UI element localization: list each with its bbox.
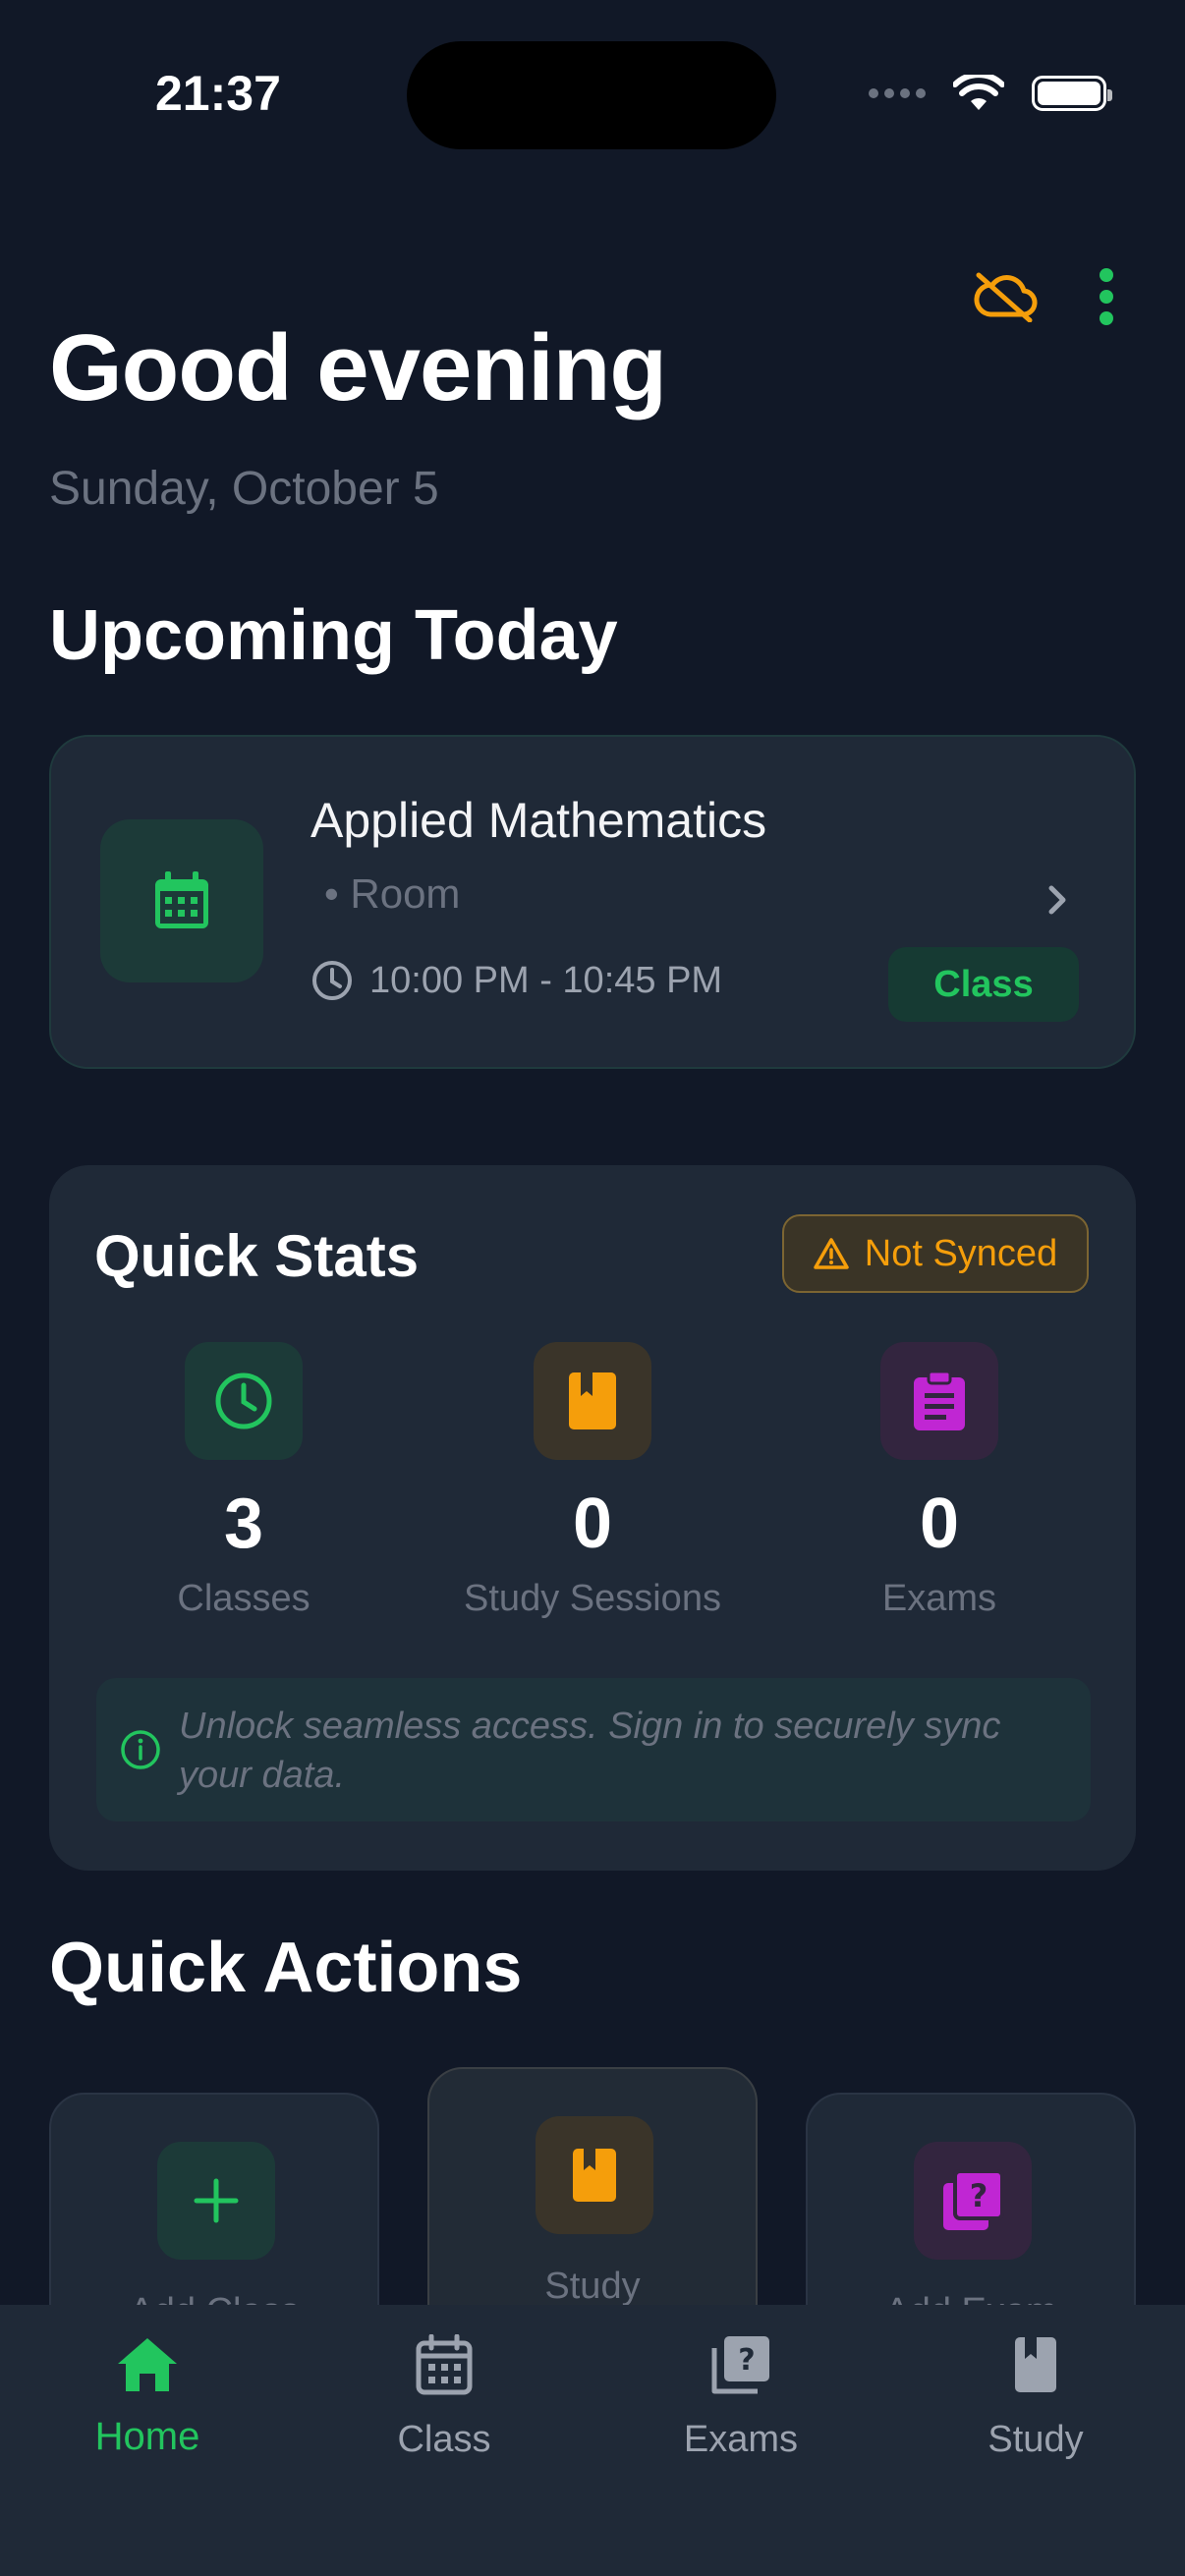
- bottom-tab-bar: Home Class ? Exams Study: [0, 2305, 1185, 2576]
- current-date: Sunday, October 5: [49, 463, 439, 515]
- quick-actions-section-title: Quick Actions: [49, 1929, 523, 2007]
- book-icon: [569, 1372, 616, 1429]
- tab-label: Exams: [683, 2419, 799, 2460]
- wifi-icon: [953, 75, 1004, 110]
- clock-icon: [215, 1372, 272, 1429]
- svg-text:?: ?: [970, 2177, 988, 2214]
- status-time: 21:37: [155, 66, 281, 121]
- status-indicators: [869, 75, 1112, 112]
- action-icon-box: [536, 2116, 653, 2234]
- quiz-icon: ?: [943, 2169, 1004, 2230]
- plus-icon: [194, 2178, 239, 2223]
- stat-icon-box: [880, 1342, 998, 1460]
- stat-icon-box: [185, 1342, 303, 1460]
- sign-in-info-box[interactable]: Unlock seamless access. Sign in to secur…: [96, 1678, 1091, 1821]
- class-type-badge: Class: [888, 947, 1079, 1022]
- calendar-icon: [155, 871, 208, 928]
- battery-icon: [1032, 76, 1112, 111]
- class-title: Applied Mathematics: [310, 793, 767, 848]
- warning-icon: [814, 1238, 849, 1269]
- info-icon: [121, 1730, 160, 1769]
- quick-stats-card: Quick Stats Not Synced 3 Classes 0 Study…: [49, 1165, 1136, 1871]
- class-time: 10:00 PM - 10:45 PM: [369, 959, 723, 1001]
- home-icon: [118, 2338, 177, 2391]
- quick-stats-title: Quick Stats: [94, 1223, 420, 1289]
- class-time-row: 10:00 PM - 10:45 PM: [310, 959, 722, 1002]
- chevron-right-icon: [1048, 885, 1066, 915]
- stat-label: Study Sessions: [464, 1578, 721, 1619]
- stat-exams: 0 Exams: [792, 1342, 1087, 1620]
- info-text: Unlock seamless access. Sign in to secur…: [179, 1706, 1001, 1796]
- more-vert-icon[interactable]: [1097, 267, 1116, 326]
- clock-icon: [312, 961, 352, 1000]
- calendar-icon-box: [100, 819, 263, 982]
- sync-status-text: Not Synced: [864, 1232, 1058, 1274]
- svg-text:?: ?: [738, 2343, 755, 2378]
- stat-value: 0: [572, 1484, 613, 1563]
- stat-label: Classes: [177, 1578, 310, 1619]
- action-icon-box: [157, 2142, 275, 2260]
- upcoming-class-card[interactable]: Applied Mathematics • Room 10:00 PM - 10…: [49, 735, 1136, 1069]
- calendar-icon: [416, 2334, 473, 2395]
- dynamic-island: [407, 41, 776, 149]
- book-icon: [573, 2149, 616, 2202]
- book-icon: [1015, 2337, 1056, 2392]
- tab-home[interactable]: Home: [49, 2330, 246, 2459]
- stat-value: 0: [919, 1484, 960, 1563]
- action-icon-box: ?: [914, 2142, 1032, 2260]
- tab-study[interactable]: Study: [937, 2330, 1134, 2461]
- sync-status-badge[interactable]: Not Synced: [782, 1214, 1089, 1293]
- stat-study-sessions: 0 Study Sessions: [445, 1342, 740, 1620]
- tab-label: Home: [94, 2415, 200, 2458]
- clipboard-icon: [914, 1370, 965, 1430]
- stat-icon-box: [534, 1342, 651, 1460]
- quiz-icon: ?: [711, 2336, 769, 2394]
- tab-label: Study: [988, 2419, 1084, 2460]
- class-room: • Room: [324, 870, 461, 917]
- tab-exams[interactable]: ? Exams: [643, 2330, 839, 2461]
- upcoming-section-title: Upcoming Today: [49, 596, 618, 675]
- cloud-off-icon[interactable]: [973, 271, 1038, 322]
- stat-label: Exams: [881, 1578, 997, 1619]
- cellular-signal-icon: [869, 88, 926, 98]
- stat-classes: 3 Classes: [96, 1342, 391, 1620]
- tab-label: Class: [397, 2419, 491, 2460]
- action-label: Study: [544, 2266, 641, 2307]
- tab-class[interactable]: Class: [346, 2330, 542, 2461]
- stat-value: 3: [223, 1484, 264, 1563]
- greeting-title: Good evening: [49, 315, 667, 420]
